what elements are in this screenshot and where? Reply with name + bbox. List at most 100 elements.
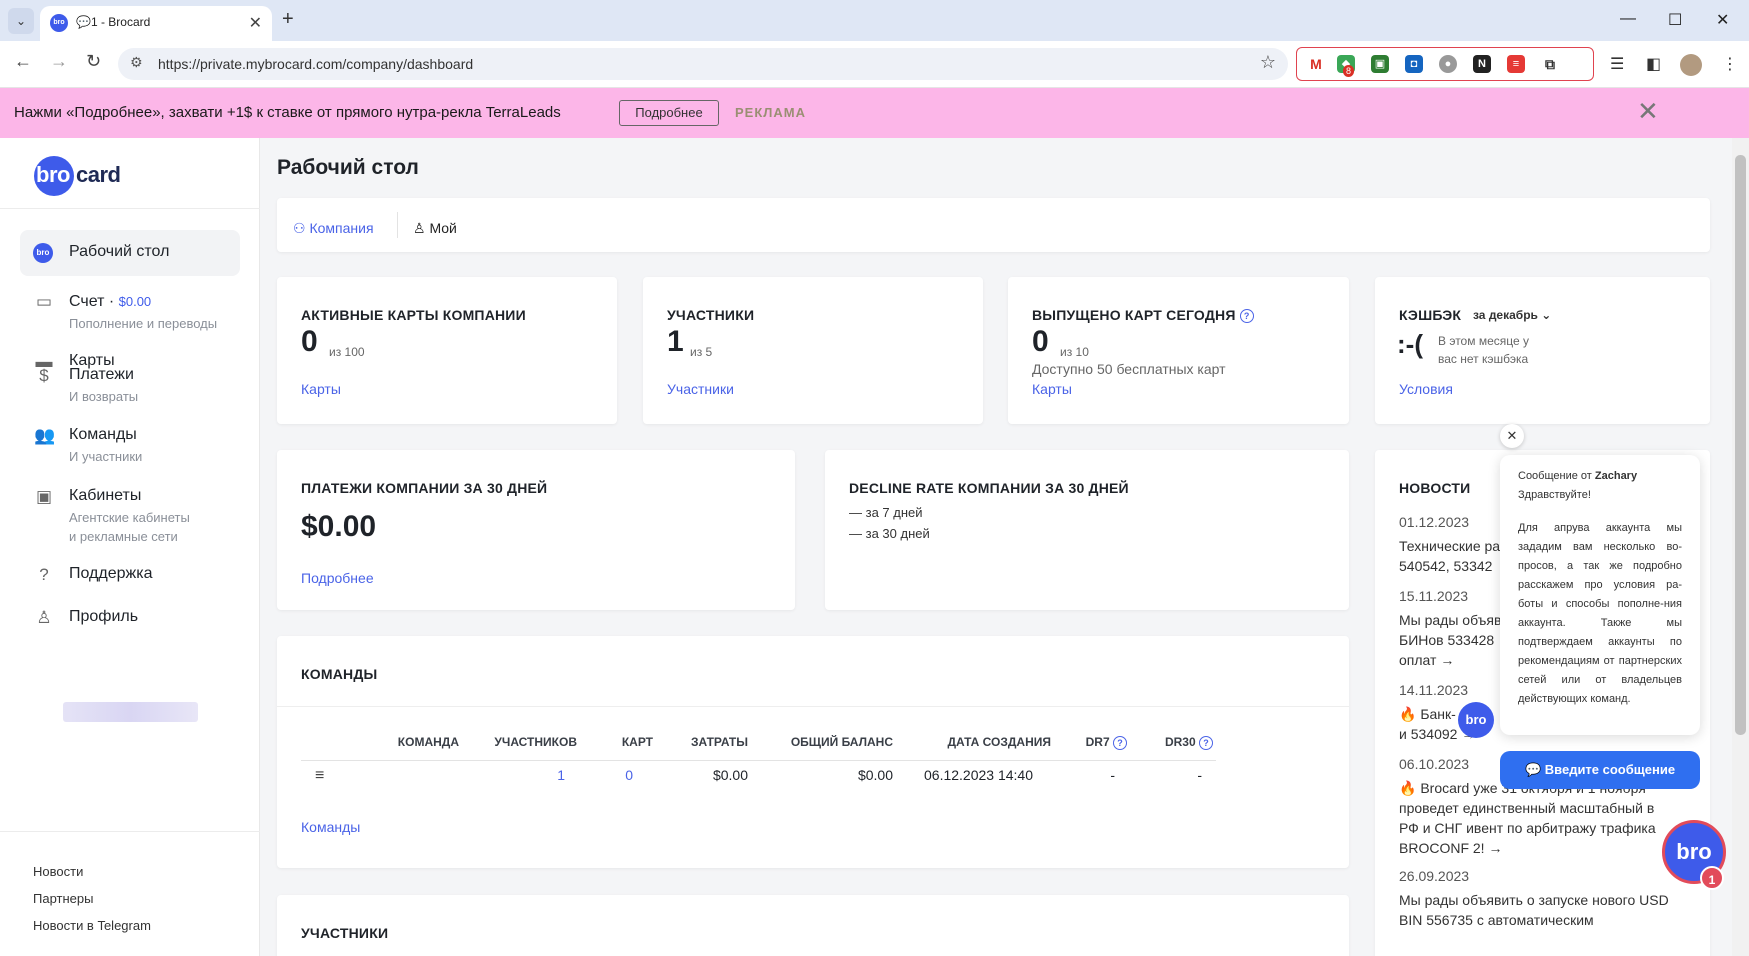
sidebar-item-label: Кабинеты <box>69 487 142 504</box>
cashback-card: КЭШБЭК за декабрь ⌄ :-( В этом месяце у … <box>1375 277 1710 424</box>
footer-link-partners[interactable]: Партнеры <box>33 891 93 906</box>
conditions-link[interactable]: Условия <box>1399 381 1453 397</box>
table-header-line <box>301 760 1216 761</box>
extension-gray-icon[interactable]: ● <box>1439 55 1457 73</box>
tab-mine[interactable]: ♙ Мой <box>413 220 457 237</box>
news-item[interactable]: 01.12.2023 Технические ра 540542, 53342 <box>1399 512 1500 576</box>
sidebar-item-payments[interactable]: $ Платежи И возвраты <box>20 366 240 414</box>
sidebar-item-teams[interactable]: 👥 Команды И участники <box>20 426 240 474</box>
user-icon: ♙ <box>36 608 52 627</box>
gmail-icon[interactable]: M <box>1307 55 1325 73</box>
promo-close-icon[interactable]: ✕ <box>1637 96 1659 127</box>
row-created: 06.12.2023 14:40 <box>924 767 1033 783</box>
reading-list-icon[interactable]: ☰ <box>1610 54 1624 74</box>
chat-body: Для апрува аккаунта мы зададим вам неско… <box>1518 522 1682 705</box>
ad-label: РЕКЛАМА <box>735 105 807 120</box>
bookmark-star-icon[interactable]: ☆ <box>1260 52 1276 73</box>
extension-blue-icon[interactable]: ◘ <box>1405 55 1423 73</box>
sidebar-item-sub: И участники <box>69 449 143 464</box>
new-tab-button[interactable]: + <box>282 8 294 31</box>
chat-close-icon[interactable]: ✕ <box>1500 424 1524 448</box>
notion-icon[interactable]: N <box>1473 55 1491 73</box>
cards-link[interactable]: Карты <box>301 381 341 397</box>
reload-icon[interactable]: ↻ <box>86 51 101 72</box>
row-members[interactable]: 1 <box>467 767 565 783</box>
news-item[interactable]: 15.11.2023 Мы рады объяв БИНов 533428 оп… <box>1399 586 1501 670</box>
users-icon: 👥 <box>34 426 56 445</box>
menu-kebab-icon[interactable]: ⋮ <box>1722 54 1738 74</box>
card-title: УЧАСТНИКИ <box>667 307 755 323</box>
side-panel-icon[interactable]: ◧ <box>1646 54 1661 74</box>
active-cards-value: 0 <box>301 325 318 358</box>
members-card: УЧАСТНИКИ 1 из 5 Участники <box>643 277 983 424</box>
cashback-msg1: В этом месяце у <box>1438 334 1529 348</box>
site-info-icon[interactable]: ⚙ <box>130 54 143 71</box>
extension-red-icon[interactable]: ≡ <box>1507 55 1525 73</box>
help-icon[interactable]: ? <box>1113 735 1127 750</box>
tab-close-icon[interactable]: ✕ <box>249 13 262 33</box>
card-title: ВЫПУЩЕНО КАРТ СЕГОДНЯ ? <box>1032 307 1254 324</box>
help-icon[interactable]: ? <box>1239 309 1254 324</box>
sidebar-item-sub2: и рекламные сети <box>69 529 178 544</box>
maximize-icon[interactable]: ☐ <box>1668 10 1682 30</box>
cards-link[interactable]: Карты <box>1032 381 1072 397</box>
extensions-puzzle-icon[interactable]: ⧉ <box>1541 55 1559 73</box>
sidebar-item-label: Поддержка <box>69 565 153 582</box>
tab-divider <box>397 212 398 238</box>
sidebar-item-label: Платежи <box>69 366 134 383</box>
issued-value: 0 <box>1032 325 1049 358</box>
sidebar-divider <box>0 208 260 209</box>
footer-link-telegram[interactable]: Новости в Telegram <box>33 918 151 933</box>
payments-more-link[interactable]: Подробнее <box>301 570 374 586</box>
sidebar-item-profile[interactable]: ♙ Профиль <box>20 608 240 634</box>
cashback-period-select[interactable]: за декабрь ⌄ <box>1473 308 1551 322</box>
sidebar-item-label: Рабочий стол <box>69 243 170 260</box>
row-dr30: - <box>1197 767 1202 783</box>
chat-message-bubble[interactable]: Сообщение от Zachary Здравствуйте! Для а… <box>1500 455 1700 735</box>
teams-link[interactable]: Команды <box>301 819 360 835</box>
cashback-msg2: вас нет кэшбэка <box>1438 352 1529 366</box>
sidebar-item-support[interactable]: ? Поддержка <box>20 565 240 591</box>
row-cards[interactable]: 0 <box>577 767 633 783</box>
promo-more-button[interactable]: Подробнее <box>619 100 719 126</box>
extension-photo-icon[interactable]: ▣ <box>1371 55 1389 73</box>
sidebar: bro card bro Рабочий стол ▭ Счет · $0.00… <box>0 138 260 956</box>
sidebar-item-cabinets[interactable]: ▣ Кабинеты Агентские кабинеты и рекламны… <box>20 487 240 549</box>
tab-search-button[interactable]: ⌄ <box>8 8 34 34</box>
col-dr30: DR30 ? <box>1127 735 1213 750</box>
row-balance: $0.00 <box>857 767 893 783</box>
unread-badge: 1 <box>1700 866 1724 890</box>
col-dr7: DR7 ? <box>1051 735 1127 750</box>
members-link[interactable]: Участники <box>667 381 734 397</box>
chat-greeting: Здравствуйте! <box>1518 489 1591 501</box>
footer-link-news[interactable]: Новости <box>33 864 83 879</box>
minimize-icon[interactable]: — <box>1620 10 1636 28</box>
sidebar-item-dashboard[interactable]: bro Рабочий стол <box>20 230 240 276</box>
tab-company[interactable]: ⚇ Компания <box>293 220 374 237</box>
user-icon: ♙ <box>413 220 426 236</box>
chat-bubble-icon: 💬 <box>1524 762 1542 777</box>
address-bar[interactable]: ⚙ https://private.mybrocard.com/company/… <box>118 48 1288 80</box>
sidebar-item-account[interactable]: ▭ Счет · $0.00 Пополнение и переводы <box>20 292 240 341</box>
decline-7d: — за 7 дней <box>849 505 923 520</box>
chat-input-button[interactable]: 💬 Введите сообщение <box>1500 751 1700 789</box>
forward-icon[interactable]: → <box>50 51 68 72</box>
help-icon[interactable]: ? <box>1199 735 1213 750</box>
sidebar-item-label: Профиль <box>69 608 139 625</box>
favicon-icon: bro <box>50 14 68 32</box>
back-icon[interactable]: ← <box>14 51 32 72</box>
sidebar-item-label: Счет · $0.00 <box>69 293 152 310</box>
profile-avatar[interactable] <box>1680 54 1702 76</box>
chevron-down-icon: ⌄ <box>1541 308 1552 322</box>
url-text[interactable]: https://private.mybrocard.com/company/da… <box>158 56 473 72</box>
news-item[interactable]: 26.09.2023 Мы рады объявить о запуске но… <box>1399 866 1669 930</box>
col-members: УЧАСТНИКОВ <box>494 735 577 749</box>
browser-tab[interactable]: bro 💬1 - Brocard ✕ <box>40 6 272 41</box>
browser-toolbar: ← → ↻ ⚙ https://private.mybrocard.com/co… <box>0 41 1749 88</box>
sidebar-item-label: Команды <box>69 426 137 443</box>
logo-bro: bro <box>36 162 70 187</box>
close-window-icon[interactable]: ✕ <box>1716 10 1729 30</box>
scrollbar-thumb[interactable] <box>1735 155 1746 735</box>
members-of: из 5 <box>690 345 713 359</box>
row-menu-icon[interactable]: ≡ <box>315 767 324 785</box>
